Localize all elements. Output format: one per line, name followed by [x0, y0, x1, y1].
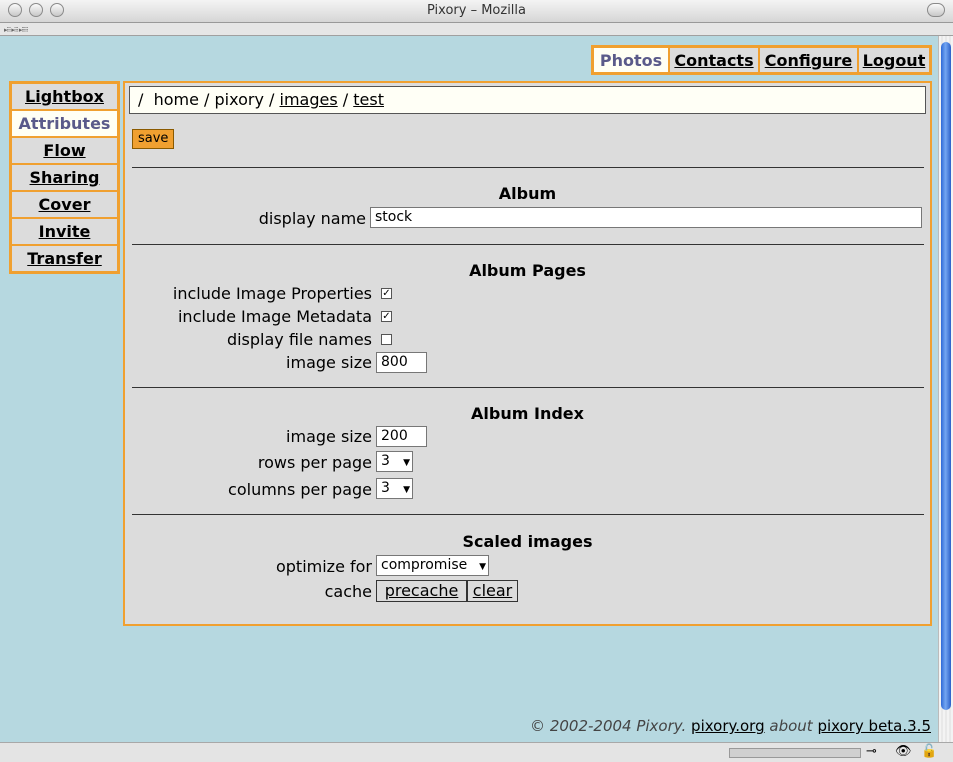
progress-bar — [729, 748, 861, 758]
save-button[interactable]: save — [132, 129, 175, 149]
pages-image-size-label: image size — [286, 353, 372, 372]
sidebar-item-cover[interactable]: Cover — [12, 192, 117, 217]
rows-per-page-label: rows per page — [257, 453, 372, 472]
chevron-down-icon: ▼ — [403, 458, 410, 468]
connection-icon: ⊸ — [866, 744, 877, 759]
divider — [132, 167, 924, 168]
cache-label: cache — [324, 582, 372, 601]
divider — [132, 244, 924, 245]
breadcrumb-images-link[interactable]: images — [280, 90, 338, 109]
columns-per-page-select[interactable]: 3 ▼ — [376, 478, 413, 499]
about-text: about — [769, 717, 813, 735]
rows-per-page-value: 3 — [381, 453, 390, 469]
popup-blocker-icon[interactable]: 👁 — [895, 744, 912, 759]
copyright-text: © 2002-2004 Pixory. — [530, 717, 687, 735]
vertical-scrollbar[interactable] — [938, 36, 953, 742]
divider — [132, 387, 924, 388]
footer: © 2002-2004 Pixory. pixory.org about pix… — [530, 717, 931, 735]
breadcrumb-separator: / — [269, 90, 275, 109]
tab-configure[interactable]: Configure — [760, 48, 857, 72]
tab-contacts[interactable]: Contacts — [670, 48, 758, 72]
breadcrumb: / home / pixory / images / test — [129, 86, 926, 114]
breadcrumb-separator: / — [204, 90, 210, 109]
divider — [132, 514, 924, 515]
sidebar-item-flow[interactable]: Flow — [12, 138, 117, 163]
breadcrumb-pixory: pixory — [214, 90, 264, 109]
security-lock-icon[interactable]: 🔓 — [921, 744, 937, 759]
optimize-for-label: optimize for — [275, 557, 372, 576]
attributes-panel: / home / pixory / images / test save Alb… — [123, 81, 932, 626]
breadcrumb-home: home — [153, 90, 199, 109]
sidebar-item-invite[interactable]: Invite — [12, 219, 117, 244]
sidebar-item-transfer[interactable]: Transfer — [12, 246, 117, 271]
optimize-for-select[interactable]: compromise ▼ — [376, 555, 489, 576]
album-section-title: Album — [498, 184, 557, 203]
window-title: Pixory – Mozilla — [426, 3, 526, 18]
columns-per-page-value: 3 — [381, 480, 390, 496]
grip-icon[interactable]: ▸⁝⁝⁝ ▸⁝⁝⁝ ▸⁝⁝⁝⁝⁝ — [4, 26, 28, 34]
toolbar-strip: ▸⁝⁝⁝ ▸⁝⁝⁝ ▸⁝⁝⁝⁝⁝ — [0, 23, 953, 36]
include-metadata-label: include Image Metadata — [177, 307, 372, 326]
tab-logout[interactable]: Logout — [859, 48, 929, 72]
scaled-images-section-title: Scaled images — [462, 532, 593, 551]
side-nav: Lightbox Attributes Flow Sharing Cover I… — [9, 81, 120, 274]
breadcrumb-test-link[interactable]: test — [353, 90, 384, 109]
display-name-label: display name — [258, 209, 366, 228]
columns-per-page-label: columns per page — [228, 480, 372, 499]
sidebar-item-attributes[interactable]: Attributes — [12, 111, 117, 136]
include-properties-label: include Image Properties — [172, 284, 372, 303]
breadcrumb-separator: / — [342, 90, 349, 109]
clear-button[interactable]: clear — [467, 580, 518, 602]
include-properties-checkbox[interactable]: ✓ — [381, 288, 392, 299]
index-image-size-label: image size — [286, 427, 372, 446]
toolbar-toggle-button[interactable] — [927, 3, 945, 17]
display-file-names-label: display file names — [226, 330, 372, 349]
precache-button[interactable]: precache — [376, 580, 467, 602]
status-bar: ⊸ 👁 🔓 — [0, 742, 953, 762]
chevron-down-icon: ▼ — [479, 562, 486, 572]
sidebar-item-sharing[interactable]: Sharing — [12, 165, 117, 190]
display-name-field[interactable]: stock — [370, 207, 922, 228]
album-index-section-title: Album Index — [471, 404, 584, 423]
tab-photos[interactable]: Photos — [594, 48, 668, 72]
display-file-names-checkbox[interactable] — [381, 334, 392, 345]
optimize-for-value: compromise — [381, 557, 468, 573]
include-metadata-checkbox[interactable]: ✓ — [381, 311, 392, 322]
rows-per-page-select[interactable]: 3 ▼ — [376, 451, 413, 472]
breadcrumb-root: / — [138, 90, 144, 109]
index-image-size-field[interactable]: 200 — [376, 426, 427, 447]
version-link[interactable]: pixory beta.3.5 — [817, 717, 931, 735]
pages-image-size-field[interactable]: 800 — [376, 352, 427, 373]
scrollbar-thumb[interactable] — [941, 42, 951, 710]
window-titlebar: Pixory – Mozilla — [0, 0, 953, 23]
top-nav: Photos Contacts Configure Logout — [591, 45, 932, 75]
chevron-down-icon: ▼ — [403, 485, 410, 495]
sidebar-item-lightbox[interactable]: Lightbox — [12, 84, 117, 109]
album-pages-section-title: Album Pages — [469, 261, 586, 280]
pixory-org-link[interactable]: pixory.org — [691, 717, 765, 735]
